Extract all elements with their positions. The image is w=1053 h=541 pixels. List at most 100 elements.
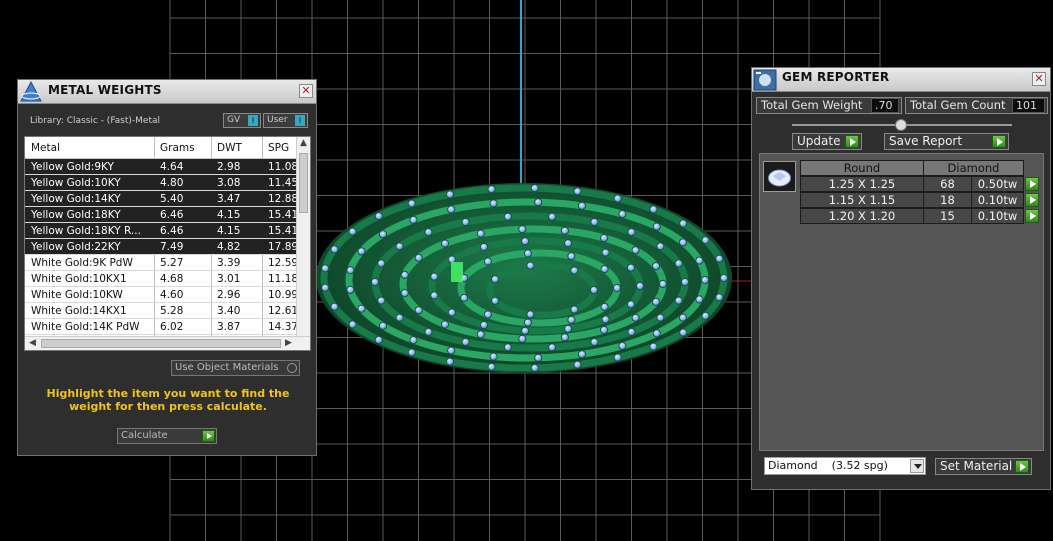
gem-shape-header: Round [800, 160, 924, 176]
table-row[interactable]: White Gold:10KW 4.60 2.96 10.99 [25, 287, 298, 303]
gv-toggle[interactable]: GV I [223, 113, 261, 128]
table-row[interactable]: White Gold:14K PdW 6.02 3.87 14.37 [25, 319, 298, 335]
close-icon[interactable]: ✕ [299, 84, 313, 98]
metal-table-header: Metal Grams DWT SPG [25, 137, 297, 159]
grams-cell: 5.27 [160, 257, 184, 269]
gem-size-cell[interactable]: 1.20 X 1.20 [800, 208, 924, 224]
dropdown-arrow-icon[interactable] [910, 459, 924, 473]
gem-count-cell[interactable]: 18 [923, 192, 972, 208]
scroll-up-icon[interactable]: ▲ [300, 138, 307, 148]
scrollbar-thumb[interactable] [41, 339, 281, 348]
horizontal-scrollbar[interactable]: ◀ ▶ [25, 336, 310, 350]
spg-cell: 12.59 [268, 257, 298, 269]
scroll-left-icon[interactable]: ◀ [29, 338, 36, 348]
scrollbar-thumb[interactable] [299, 153, 308, 213]
instructions-text: Highlight the item you want to find the … [46, 387, 290, 413]
user-toggle-label: User [267, 115, 288, 125]
vertical-scrollbar[interactable]: ▲ [296, 137, 310, 337]
dwt-cell: 3.40 [217, 305, 241, 317]
gem-count-cell[interactable]: 15 [923, 208, 972, 224]
gem-weight-cell[interactable]: 0.10tw [971, 208, 1024, 224]
go-arrow-icon[interactable] [1025, 177, 1039, 191]
table-row[interactable]: Yellow Gold:9KY 4.64 2.98 11.08 [25, 159, 298, 175]
gem-list[interactable]: Round Diamond 1.25 X 1.25 68 0.50tw 1.15 X … [759, 153, 1044, 451]
total-gem-count-label: Total Gem Count [910, 98, 1006, 112]
use-object-materials-toggle[interactable]: Use Object Materials [171, 360, 300, 376]
dwt-cell: 4.82 [217, 241, 241, 253]
grams-cell: 4.60 [160, 289, 184, 301]
titlebar-extension [180, 80, 316, 104]
scroll-right-icon[interactable]: ▶ [285, 338, 292, 348]
round-gem-icon[interactable] [763, 161, 796, 192]
metal-weights-titlebar[interactable]: METAL WEIGHTS [18, 80, 180, 104]
grams-cell: 7.49 [160, 241, 184, 253]
metal-name-cell: Yellow Gold:18KY R... [31, 225, 141, 237]
metal-weights-panel: METAL WEIGHTS ✕ Library: Classic - (Fast… [17, 79, 317, 456]
go-arrow-icon [845, 135, 859, 148]
gem-weight-cell[interactable]: 0.10tw [971, 192, 1024, 208]
dwt-cell: 3.47 [217, 193, 241, 205]
table-row[interactable]: Yellow Gold:10KY 4.80 3.08 11.45 [25, 175, 298, 191]
table-row[interactable]: Yellow Gold:22KY 7.49 4.82 17.89 [25, 239, 298, 255]
table-row[interactable]: Yellow Gold:18KY R... 6.46 4.15 15.41 [25, 223, 298, 239]
gem-size-cell[interactable]: 1.25 X 1.25 [800, 176, 924, 192]
go-arrow-icon[interactable] [1025, 193, 1039, 207]
total-gem-weight-field: Total Gem Weight .70 [756, 97, 902, 114]
spg-cell: 11.08 [268, 161, 298, 173]
update-button[interactable]: Update [792, 133, 862, 150]
grams-cell: 6.46 [160, 209, 184, 221]
col-header-spg[interactable]: SPG [268, 142, 289, 154]
titlebar-extension [898, 68, 1050, 92]
3d-viewport[interactable]: METAL WEIGHTS ✕ Library: Classic - (Fast… [0, 0, 1053, 541]
metal-name-cell: White Gold:14K PdW [31, 321, 140, 333]
table-row[interactable]: White Gold:10KX1 4.68 3.01 11.18 [25, 271, 298, 287]
close-icon[interactable]: ✕ [1032, 72, 1046, 86]
metal-table[interactable]: Metal Grams DWT SPG Yellow Gold:9KY 4.64 2… [24, 136, 311, 351]
spg-cell: 17.89 [268, 241, 298, 253]
save-report-label: Save Report [889, 134, 963, 148]
save-report-button[interactable]: Save Report [884, 133, 1009, 150]
grams-cell: 6.46 [160, 225, 184, 237]
calculate-label: Calculate [121, 430, 168, 441]
grams-cell: 5.28 [160, 305, 184, 317]
col-header-metal[interactable]: Metal [31, 142, 60, 154]
go-arrow-icon[interactable] [1025, 209, 1039, 223]
table-row[interactable]: White Gold:9K PdW 5.27 3.39 12.59 [25, 255, 298, 271]
grams-cell: 4.64 [160, 161, 184, 173]
3d-logo-icon [20, 81, 42, 102]
gem-size-cell[interactable]: 1.15 X 1.15 [800, 192, 924, 208]
go-arrow-icon [1015, 460, 1029, 473]
radio-icon [287, 363, 297, 373]
grams-cell: 4.68 [160, 273, 184, 285]
library-label: Library: Classic - (Fast)-Metal [30, 116, 161, 126]
table-row[interactable]: White Gold:14KX1 5.28 3.40 12.61 [25, 303, 298, 319]
spg-cell: 14.37 [268, 321, 298, 333]
set-material-button[interactable]: Set Material [935, 458, 1032, 475]
dwt-cell: 2.96 [217, 289, 241, 301]
gem-reporter-icon [753, 69, 777, 91]
col-header-dwt[interactable]: DWT [217, 142, 242, 154]
gem-count-cell[interactable]: 68 [923, 176, 972, 192]
material-select[interactable]: Diamond (3.52 spg) [764, 457, 926, 475]
gem-weight-cell[interactable]: 0.50tw [971, 176, 1024, 192]
grams-cell: 5.40 [160, 193, 184, 205]
spg-cell: 15.41 [268, 225, 298, 237]
slider-knob[interactable] [895, 119, 907, 131]
spg-cell: 15.41 [268, 209, 298, 221]
metal-name-cell: Yellow Gold:22KY [31, 241, 121, 253]
metal-name-cell: Yellow Gold:14KY [31, 193, 121, 205]
total-gem-weight-value: .70 [871, 98, 899, 113]
col-header-grams[interactable]: Grams [160, 142, 195, 154]
dwt-cell: 3.01 [217, 273, 241, 285]
user-toggle[interactable]: User I [263, 113, 308, 128]
table-row[interactable]: Yellow Gold:14KY 5.40 3.47 12.88 [25, 191, 298, 207]
gem-reporter-titlebar[interactable]: GEM REPORTER [752, 68, 898, 92]
calculate-button[interactable]: Calculate [117, 428, 217, 444]
grams-cell: 6.02 [160, 321, 184, 333]
table-row[interactable]: Yellow Gold:18KY 6.46 4.15 15.41 [25, 207, 298, 223]
metal-name-cell: White Gold:14KX1 [31, 305, 127, 317]
dwt-cell: 3.87 [217, 321, 241, 333]
metal-weights-title: METAL WEIGHTS [48, 83, 162, 97]
metal-name-cell: Yellow Gold:9KY [31, 161, 114, 173]
spg-cell: 12.88 [268, 193, 298, 205]
